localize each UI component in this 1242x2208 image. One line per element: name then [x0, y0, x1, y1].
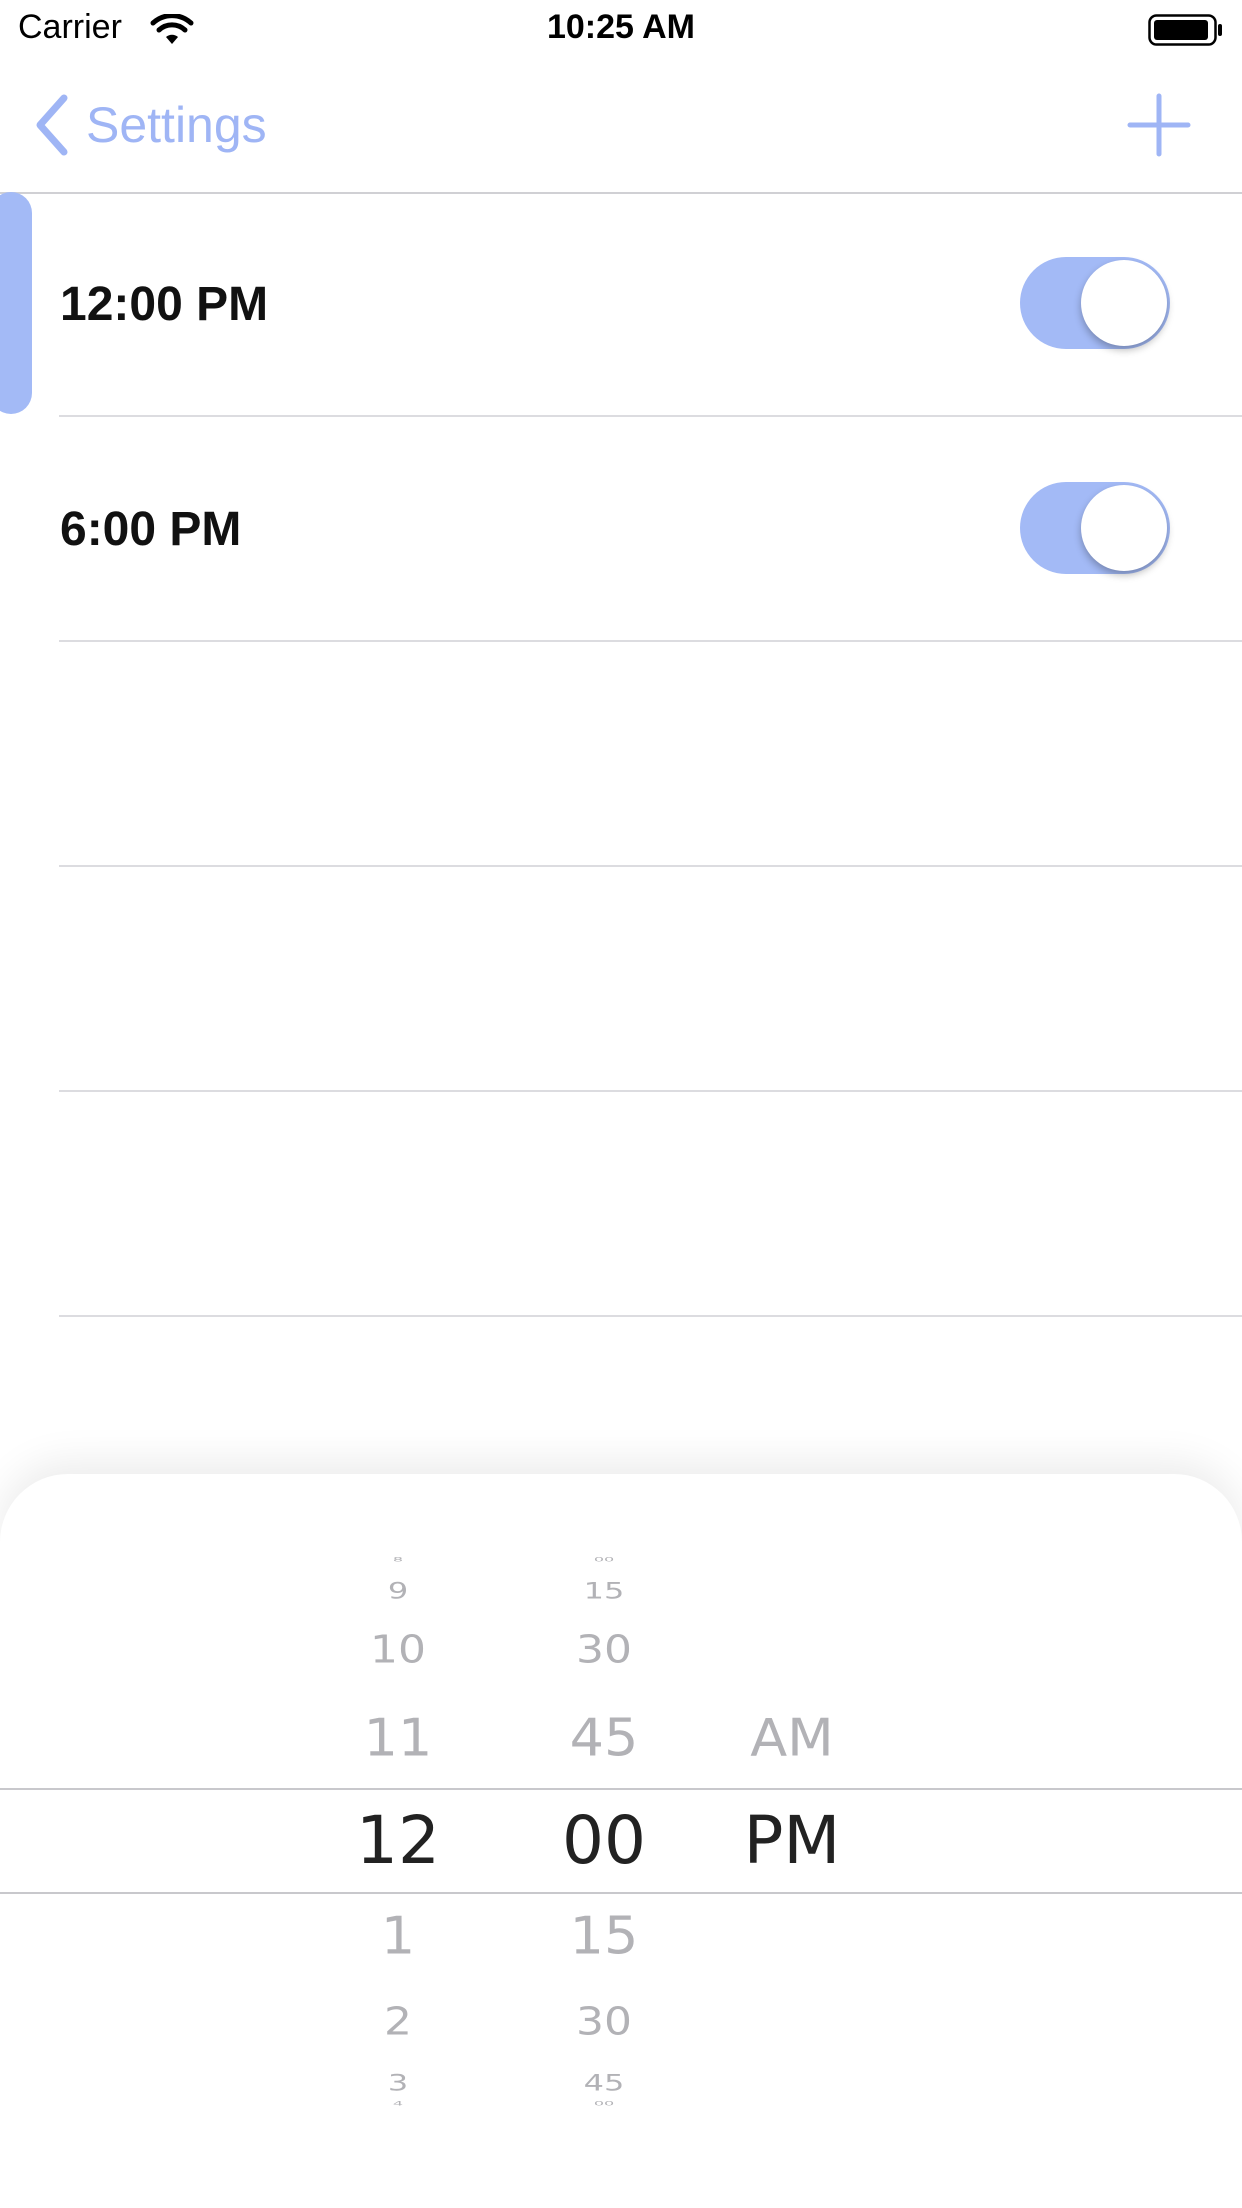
navigation-bar: Settings: [0, 62, 1242, 194]
period-wheel[interactable]: AM PM: [712, 1474, 872, 2208]
back-button[interactable]: Settings: [30, 92, 267, 158]
minute-option[interactable]: 45: [524, 2070, 684, 2097]
time-picker-sheet: 8 9 10 11 12 1 2 3 4 00 15 30 45 00 15 3…: [0, 1474, 1242, 2208]
hour-option[interactable]: 11: [318, 1707, 478, 1767]
hour-option[interactable]: 1: [318, 1905, 478, 1965]
minute-option[interactable]: 15: [524, 1905, 684, 1965]
minute-option[interactable]: 30: [524, 1999, 684, 2044]
alarm-time: 6:00 PM: [60, 503, 242, 556]
add-alarm-button[interactable]: [1126, 92, 1192, 158]
hour-option[interactable]: 10: [318, 1627, 478, 1672]
minute-option-selected[interactable]: 00: [524, 1802, 684, 1879]
hour-option[interactable]: 2: [318, 1999, 478, 2044]
empty-row: [0, 642, 1242, 867]
chevron-left-icon: [36, 94, 68, 156]
hour-option[interactable]: 8: [318, 1556, 478, 1564]
battery-icon: [1148, 14, 1222, 46]
period-option-selected[interactable]: PM: [712, 1802, 872, 1879]
toggle-knob: [1081, 260, 1167, 346]
plus-icon: [1127, 93, 1191, 157]
minute-option[interactable]: 00: [524, 2100, 684, 2108]
back-button-label: Settings: [86, 97, 267, 153]
alarm-row[interactable]: 12:00 PM: [0, 192, 1242, 417]
minute-option[interactable]: 30: [524, 1627, 684, 1672]
hour-wheel[interactable]: 8 9 10 11 12 1 2 3 4: [318, 1474, 478, 2208]
hour-option[interactable]: 9: [318, 1578, 478, 1605]
alarm-list: 12:00 PM 6:00 PM: [0, 192, 1242, 1317]
alarm-toggle[interactable]: [1020, 482, 1170, 574]
row-divider: [59, 1315, 1242, 1317]
hour-option-selected[interactable]: 12: [318, 1802, 478, 1879]
period-option[interactable]: AM: [712, 1707, 872, 1767]
selection-indicator: [0, 192, 32, 414]
toggle-knob: [1081, 485, 1167, 571]
hour-option[interactable]: 4: [318, 2100, 478, 2108]
alarm-time: 12:00 PM: [60, 278, 269, 331]
status-clock: 10:25 AM: [546, 8, 696, 46]
alarm-row[interactable]: 6:00 PM: [0, 417, 1242, 642]
minute-option[interactable]: 15: [524, 1578, 684, 1605]
alarm-toggle[interactable]: [1020, 257, 1170, 349]
empty-row: [0, 867, 1242, 1092]
minute-option[interactable]: 00: [524, 1556, 684, 1564]
hour-option[interactable]: 3: [318, 2070, 478, 2097]
status-bar: Carrier 10:25 AM: [0, 0, 1242, 62]
minute-option[interactable]: 45: [524, 1707, 684, 1767]
minute-wheel[interactable]: 00 15 30 45 00 15 30 45 00: [524, 1474, 684, 2208]
empty-row: [0, 1092, 1242, 1317]
